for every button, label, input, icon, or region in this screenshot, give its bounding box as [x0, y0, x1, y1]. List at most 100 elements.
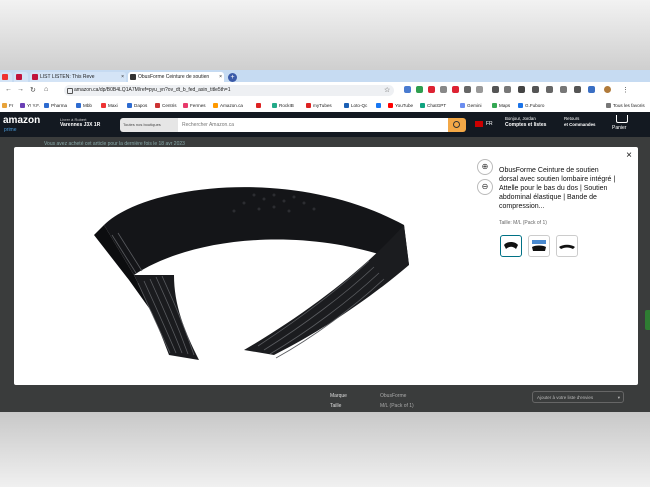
bookmark-icon: [183, 103, 188, 108]
zoom-out-button[interactable]: ⊖: [477, 179, 493, 195]
category-select[interactable]: Toutes nos boutiques: [120, 118, 178, 132]
search-icon: [453, 121, 460, 128]
bookmark[interactable]: Y! Y.F.: [20, 102, 40, 109]
extension-icon[interactable]: [404, 86, 411, 93]
tab-active[interactable]: ObusForme Ceinture de soutien ×: [128, 72, 224, 82]
account-menu[interactable]: Bonjour, Jordan Comptes et listes: [505, 116, 546, 128]
variant-label: Taille: M/L (Pack of 1): [499, 220, 547, 226]
profile-avatar[interactable]: [604, 86, 611, 93]
url-text: amazon.ca/dp/B0B4LQ1A7M/ref=pyu_yn?ov_dt…: [74, 87, 231, 93]
bookmark-icon: [155, 103, 160, 108]
photo-frame-top: [0, 0, 650, 70]
extension-icon[interactable]: [504, 86, 511, 93]
extension-icon[interactable]: [476, 86, 483, 93]
thumbnail-3[interactable]: [556, 235, 578, 257]
bookmark[interactable]: Loto-Qc: [344, 102, 367, 109]
bookmark[interactable]: Fermes: [183, 102, 206, 109]
bookmark-icon: [127, 103, 132, 108]
photo-frame-bottom: [0, 412, 650, 487]
address-bar[interactable]: amazon.ca/dp/B0B4LQ1A7M/ref=pyu_yn?ov_dt…: [64, 85, 394, 96]
bookmark[interactable]: Dapos: [127, 102, 147, 109]
extension-icon[interactable]: [464, 86, 471, 93]
extension-icon[interactable]: [440, 86, 447, 93]
cart-label[interactable]: Panier: [612, 125, 626, 131]
thumbnail-2[interactable]: [528, 235, 550, 257]
deliver-to[interactable]: Livrer à Robert Varennes J3X 1R: [60, 117, 100, 128]
extension-icon[interactable]: [560, 86, 567, 93]
bookmark[interactable]: Pharma: [44, 102, 67, 109]
bookmark[interactable]: myTubes: [306, 102, 332, 109]
bookmark-icon: [344, 103, 349, 108]
gemini-icon: [460, 103, 465, 108]
bookmark[interactable]: ChatGPT: [420, 102, 446, 109]
tab-2[interactable]: [14, 72, 28, 82]
amazon-logo[interactable]: amazon: [3, 115, 40, 126]
bookmark[interactable]: Gemini: [460, 102, 482, 109]
youtube-icon: [16, 74, 22, 80]
bookmark[interactable]: Amazon.ca: [213, 102, 243, 109]
zoom-in-icon: ⊕: [481, 162, 489, 171]
product-title: ObusForme Ceinture de soutien dorsal ave…: [499, 167, 616, 210]
back-icon[interactable]: ←: [5, 86, 12, 93]
home-icon[interactable]: ⌂: [44, 86, 48, 93]
spec-value: ObusForme: [380, 393, 407, 399]
close-tab-icon[interactable]: ×: [219, 72, 222, 82]
zoom-in-button[interactable]: ⊕: [477, 159, 493, 175]
tab-3[interactable]: LIST LISTEN: This Reve ×: [30, 72, 126, 82]
bookmark[interactable]: G.Fuboro: [518, 102, 544, 109]
tab-1[interactable]: [0, 72, 12, 82]
belt-diagram-thumbnail-icon: [532, 240, 546, 251]
language-select[interactable]: FR: [486, 121, 493, 127]
image-viewer-modal: × ⊕ ⊖ ObusForme Ceinture de soutien dors…: [14, 147, 638, 385]
maps-icon: [492, 103, 497, 108]
bookmark[interactable]: Maxi: [101, 102, 118, 109]
menu-icon[interactable]: ⋮: [622, 86, 629, 94]
all-bookmarks[interactable]: Tous les favoris: [606, 102, 645, 109]
youtube-icon: [32, 74, 38, 80]
spec-name: Taille: [330, 403, 342, 409]
close-tab-icon[interactable]: ×: [121, 72, 124, 82]
extension-icon[interactable]: [416, 86, 423, 93]
bookmark[interactable]: Centris: [155, 102, 177, 109]
amazon-header: amazon prime Livrer à Robert Varennes J3…: [0, 112, 650, 137]
search-button[interactable]: [448, 118, 466, 132]
extension-icon[interactable]: [588, 86, 595, 93]
canada-flag-icon[interactable]: [475, 121, 483, 127]
facebook-icon: [376, 103, 381, 108]
extension-icon[interactable]: [574, 86, 581, 93]
new-tab-button[interactable]: +: [228, 73, 237, 82]
cart-icon[interactable]: [616, 115, 628, 123]
bookmark-star-icon[interactable]: ☆: [384, 86, 390, 94]
search-input[interactable]: Rechercher Amazon.ca: [178, 118, 448, 132]
bookmark-icon: [213, 103, 218, 108]
forward-icon[interactable]: →: [17, 86, 24, 93]
bookmark-icon: [306, 103, 311, 108]
extension-icon[interactable]: [428, 86, 435, 93]
product-image-belt[interactable]: [74, 155, 454, 381]
extension-icon[interactable]: [452, 86, 459, 93]
bookmark-icon: [272, 103, 277, 108]
chevron-down-icon: ▾: [617, 395, 620, 400]
youtube-icon: [388, 103, 393, 108]
add-to-list-button[interactable]: Ajouter à votre liste d'envies ▾: [532, 391, 624, 403]
bookmark[interactable]: RockIB: [272, 102, 294, 109]
extension-icon[interactable]: [518, 86, 525, 93]
bookmark-icon: [20, 103, 25, 108]
close-icon[interactable]: ×: [626, 150, 632, 161]
bookmark[interactable]: Maps: [492, 102, 510, 109]
bookmark[interactable]: Fr: [2, 102, 13, 109]
bookmark[interactable]: Mbb: [76, 102, 92, 109]
extension-icon[interactable]: [492, 86, 499, 93]
thumbnail-1[interactable]: [500, 235, 522, 257]
address-row: ← → ↻ ⌂ amazon.ca/dp/B0B4LQ1A7M/ref=pyu_…: [0, 82, 650, 100]
feedback-side-tab[interactable]: [645, 310, 650, 330]
reload-icon[interactable]: ↻: [30, 86, 36, 94]
zoom-out-icon: ⊖: [481, 182, 489, 191]
folder-icon: [606, 103, 611, 108]
extension-icon[interactable]: [546, 86, 553, 93]
download-icon[interactable]: [532, 86, 539, 93]
browser-screen: LIST LISTEN: This Reve × ObusForme Ceint…: [0, 70, 650, 412]
bookmark[interactable]: YouTube: [388, 102, 413, 109]
tab-bar: LIST LISTEN: This Reve × ObusForme Ceint…: [0, 70, 650, 82]
returns-orders[interactable]: Retours et Commandes: [564, 116, 595, 128]
